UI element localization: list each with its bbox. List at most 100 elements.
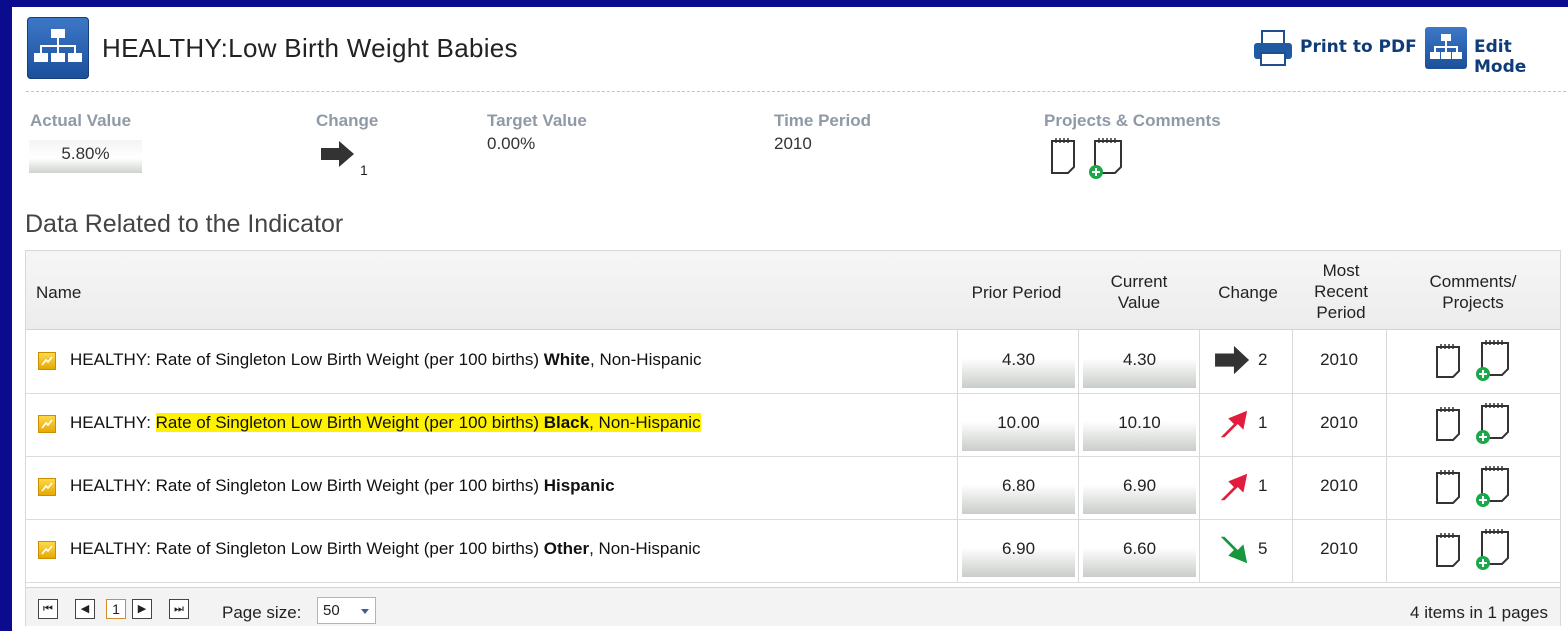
column-header-comments-projects[interactable]: Comments/ Projects <box>1418 271 1528 313</box>
page-size-select[interactable]: 50 <box>317 597 376 624</box>
column-divider <box>1292 330 1293 393</box>
indicator-name-link[interactable]: HEALTHY: Rate of Singleton Low Birth Wei… <box>70 476 615 496</box>
current-value: 4.30 <box>1083 334 1196 388</box>
pager-summary: 4 items in 1 pages <box>1410 603 1548 622</box>
table-row[interactable]: HEALTHY: Rate of Singleton Low Birth Wei… <box>26 456 1560 520</box>
edit-mode-link[interactable]: Edit Mode <box>1474 37 1568 77</box>
change-value: 1 <box>1258 413 1268 432</box>
name-prefix: HEALTHY: <box>70 476 156 495</box>
column-divider <box>1292 456 1293 519</box>
table-row[interactable]: HEALTHY: Rate of Singleton Low Birth Wei… <box>26 519 1560 583</box>
change-value: 1 <box>1258 476 1268 495</box>
column-header-name[interactable]: Name <box>36 282 81 303</box>
column-divider <box>1386 456 1387 519</box>
target-value: 0.00% <box>487 134 536 153</box>
change-up-arrow-icon <box>1220 473 1248 501</box>
search-highlight: Rate of Singleton Low Birth Weight (per … <box>155 413 701 432</box>
change-flat-arrow-icon <box>1215 345 1250 375</box>
table-row[interactable]: HEALTHY: Rate of Singleton Low Birth Wei… <box>26 393 1560 457</box>
chevron-down-icon <box>361 609 369 614</box>
column-divider <box>1292 393 1293 456</box>
table-header: Name Prior Period Current Value Change M… <box>26 251 1560 330</box>
add-project-icon[interactable] <box>1474 465 1512 509</box>
column-divider <box>957 330 958 393</box>
first-page-button[interactable]: ⏮ <box>38 599 58 619</box>
chart-icon <box>38 478 56 496</box>
chart-icon <box>38 541 56 559</box>
add-project-icon[interactable] <box>1474 528 1512 572</box>
column-divider <box>957 456 958 519</box>
prev-page-button[interactable]: ◀ <box>75 599 95 619</box>
column-divider <box>1292 519 1293 582</box>
add-project-icon[interactable] <box>1474 402 1512 446</box>
target-value-label: Target Value <box>487 111 587 130</box>
column-header-change[interactable]: Change <box>1203 282 1293 303</box>
change-value: 5 <box>1258 539 1268 558</box>
add-project-icon[interactable] <box>1474 339 1512 383</box>
name-prefix: HEALTHY: <box>70 350 156 369</box>
comments-icon[interactable] <box>1435 532 1463 568</box>
name-group: Other <box>543 539 590 558</box>
arrow-right-icon <box>321 141 354 167</box>
column-divider <box>1199 519 1200 582</box>
page-title: HEALTHY:Low Birth Weight Babies <box>102 33 518 63</box>
column-divider <box>1078 393 1079 456</box>
name-prefix: HEALTHY: <box>70 539 156 558</box>
name-rest: Rate of Singleton Low Birth Weight (per … <box>156 350 702 369</box>
indicator-name-link[interactable]: HEALTHY: Rate of Singleton Low Birth Wei… <box>70 413 701 433</box>
table-row[interactable]: HEALTHY: Rate of Singleton Low Birth Wei… <box>26 330 1560 394</box>
name-prefix: HEALTHY: <box>70 413 156 432</box>
indicator-name-link[interactable]: HEALTHY: Rate of Singleton Low Birth Wei… <box>70 539 701 559</box>
column-header-most-recent-period[interactable]: Most Recent Period <box>1306 260 1376 323</box>
name-text: Rate of Singleton Low Birth Weight (per … <box>155 539 544 558</box>
column-header-prior-period[interactable]: Prior Period <box>960 282 1073 303</box>
indicator-name-link[interactable]: HEALTHY: Rate of Singleton Low Birth Wei… <box>70 350 702 370</box>
page-size-value: 50 <box>323 602 340 619</box>
change-value: 1 <box>360 162 368 178</box>
table-pager: ⏮ ◀ 1 ▶ ⏭ Page size: 50 4 items in 1 pag… <box>26 587 1560 626</box>
column-divider <box>1078 519 1079 582</box>
prior-period-value: 4.30 <box>962 334 1075 388</box>
column-header-current-value[interactable]: Current Value <box>1099 271 1179 313</box>
current-page-button[interactable]: 1 <box>106 599 126 619</box>
prior-period-value: 6.90 <box>962 523 1075 577</box>
current-value: 6.90 <box>1083 460 1196 514</box>
column-divider <box>1078 330 1079 393</box>
projects-comments-label: Projects & Comments <box>1044 111 1221 130</box>
time-period-label: Time Period <box>774 111 871 130</box>
org-chart-icon <box>27 17 89 79</box>
change-value: 2 <box>1258 350 1268 369</box>
name-suffix: , Non-Hispanic <box>590 350 702 369</box>
add-project-icon[interactable] <box>1087 137 1125 181</box>
most-recent-period: 2010 <box>1320 413 1358 432</box>
change-down-arrow-icon <box>1220 536 1248 564</box>
most-recent-period: 2010 <box>1320 476 1358 495</box>
column-divider <box>1386 519 1387 582</box>
edit-mode-icon[interactable] <box>1425 27 1467 69</box>
actual-value-label: Actual Value <box>30 111 132 130</box>
page-size-label: Page size: <box>222 603 302 622</box>
time-period-value: 2010 <box>774 134 812 153</box>
last-page-button[interactable]: ⏭ <box>169 599 189 619</box>
column-divider <box>957 393 958 456</box>
comments-icon[interactable] <box>1435 469 1463 505</box>
most-recent-period: 2010 <box>1320 350 1358 369</box>
comments-icon[interactable] <box>1435 406 1463 442</box>
name-group: Hispanic <box>543 476 615 495</box>
printer-icon[interactable] <box>1252 29 1294 67</box>
column-divider <box>1386 330 1387 393</box>
comments-icon[interactable] <box>1435 343 1463 379</box>
most-recent-period: 2010 <box>1320 539 1358 558</box>
indicator-data-table: Name Prior Period Current Value Change M… <box>25 250 1561 626</box>
prior-period-value: 6.80 <box>962 460 1075 514</box>
name-rest: Rate of Singleton Low Birth Weight (per … <box>156 539 701 558</box>
column-divider <box>1078 456 1079 519</box>
current-value: 10.10 <box>1083 397 1196 451</box>
comments-icon[interactable] <box>1050 137 1078 175</box>
name-text: Rate of Singleton Low Birth Weight (per … <box>155 476 544 495</box>
section-title: Data Related to the Indicator <box>25 210 344 238</box>
print-to-pdf-link[interactable]: Print to PDF <box>1300 37 1417 57</box>
prior-period-value: 10.00 <box>962 397 1075 451</box>
next-page-button[interactable]: ▶ <box>132 599 152 619</box>
actual-value: 5.80% <box>29 140 142 173</box>
